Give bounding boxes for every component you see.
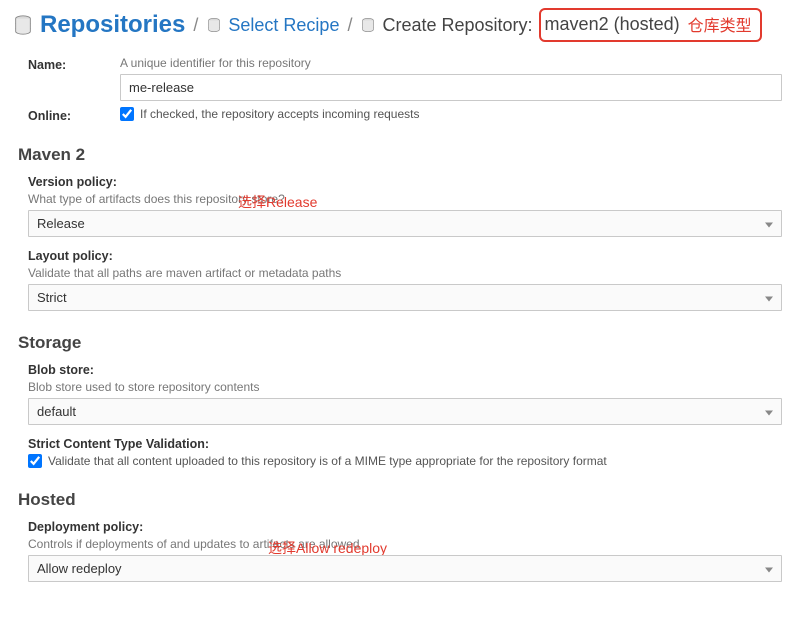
database-icon [12,14,34,36]
database-icon [206,17,222,33]
strict-content-checkbox[interactable] [28,454,42,468]
section-storage: Storage [18,333,782,353]
blob-store-value: default [37,404,76,419]
breadcrumb-select-recipe-label: Select Recipe [228,15,339,36]
version-policy-value: Release [37,216,85,231]
layout-policy-hint: Validate that all paths are maven artifa… [28,266,782,280]
name-hint: A unique identifier for this repository [120,56,782,70]
breadcrumb-root-label: Repositories [40,11,185,39]
deployment-policy-hint: Controls if deployments of and updates t… [28,537,782,551]
blob-store-hint: Blob store used to store repository cont… [28,380,782,394]
layout-policy-block: Layout policy: Validate that all paths a… [28,249,782,311]
deployment-policy-value: Allow redeploy [37,561,122,576]
breadcrumb: Repositories / Select Recipe / Create Re… [0,0,800,50]
deployment-policy-block: Deployment policy: Controls if deploymen… [28,520,782,582]
recipe-name: maven2 (hosted) [545,14,680,35]
section-maven2: Maven 2 [18,145,782,165]
name-input[interactable] [120,74,782,101]
form-area: Name: A unique identifier for this repos… [0,50,800,582]
online-label: Online: [28,107,120,123]
strict-content-label: Strict Content Type Validation: [28,437,782,451]
database-icon [360,17,376,33]
layout-policy-value: Strict [37,290,67,305]
deployment-policy-select[interactable]: Allow redeploy [28,555,782,582]
blob-store-block: Blob store: Blob store used to store rep… [28,363,782,425]
strict-content-hint: Validate that all content uploaded to th… [48,454,607,468]
blob-store-select[interactable]: default [28,398,782,425]
deployment-policy-label: Deployment policy: [28,520,782,534]
version-policy-block: Version policy: What type of artifacts d… [28,175,782,237]
online-checkbox-row[interactable]: If checked, the repository accepts incom… [120,107,782,121]
blob-store-label: Blob store: [28,363,782,377]
layout-policy-label: Layout policy: [28,249,782,263]
breadcrumb-sep: / [345,15,354,36]
name-label: Name: [28,56,120,72]
recipe-annotation: 仓库类型 [688,12,752,36]
strict-content-block: Strict Content Type Validation: Validate… [28,437,782,468]
section-hosted: Hosted [18,490,782,510]
breadcrumb-create-repository: Create Repository: [360,15,532,36]
recipe-highlight-box: maven2 (hosted) 仓库类型 [539,8,762,42]
breadcrumb-root[interactable]: Repositories [12,11,185,39]
online-row: Online: If checked, the repository accep… [28,107,782,123]
online-checkbox[interactable] [120,107,134,121]
name-row: Name: A unique identifier for this repos… [28,56,782,101]
version-policy-select[interactable]: Release [28,210,782,237]
version-policy-label: Version policy: [28,175,782,189]
online-hint: If checked, the repository accepts incom… [140,107,419,121]
breadcrumb-sep: / [191,15,200,36]
breadcrumb-create-label: Create Repository: [382,15,532,36]
breadcrumb-select-recipe[interactable]: Select Recipe [206,15,339,36]
version-annotation: 选择Release [238,192,317,212]
layout-policy-select[interactable]: Strict [28,284,782,311]
strict-content-checkbox-row[interactable]: Validate that all content uploaded to th… [28,454,782,468]
